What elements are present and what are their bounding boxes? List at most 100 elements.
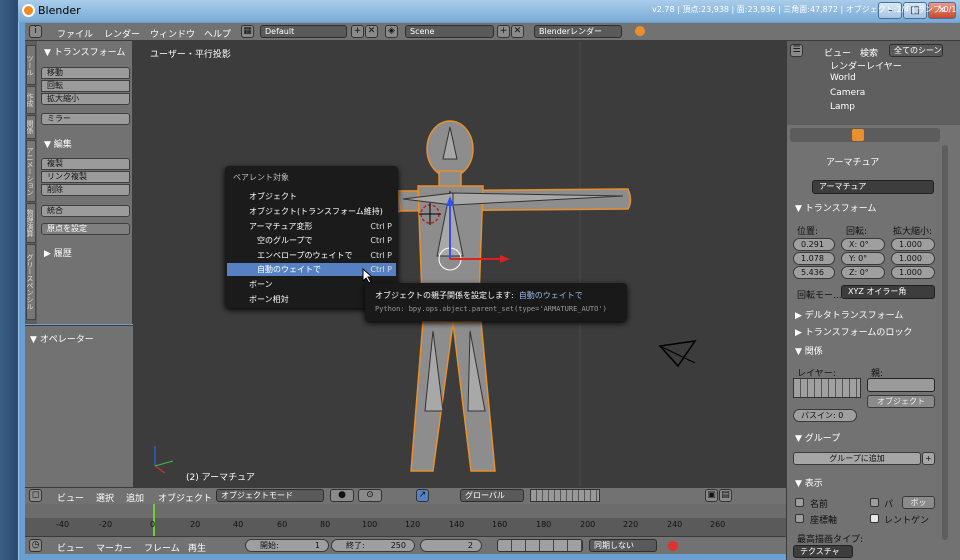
operator-panel-header[interactable]: ▼ オペレーター <box>30 332 94 345</box>
menu-item-object[interactable]: オブジェクト <box>227 190 396 203</box>
tab-relations[interactable]: 関係 <box>26 115 36 139</box>
add-scene-icon[interactable]: + <box>497 25 510 38</box>
history-panel-header[interactable]: ▶ 履歴 <box>44 246 72 259</box>
groups-header[interactable]: ▼ グループ <box>795 431 840 444</box>
rotation-y-field[interactable]: Y: 0° <box>841 252 885 265</box>
menu-window[interactable]: ウィンドウ <box>150 27 195 40</box>
camera-view-icon[interactable]: ▤ <box>719 489 732 502</box>
shading-select-icon[interactable]: ● <box>330 489 354 502</box>
menu-item-object-keep-transform[interactable]: オブジェクト(トランスフォーム維持) <box>227 205 396 218</box>
layout-icon[interactable]: ▦ <box>241 25 254 38</box>
layer-grid[interactable] <box>793 378 861 398</box>
transform-header[interactable]: ▼ トランスフォーム <box>795 201 876 214</box>
timeline-menu-view[interactable]: ビュー <box>57 541 84 554</box>
move-button[interactable]: 移動 <box>41 67 130 79</box>
rotation-x-field[interactable]: X: 0° <box>841 238 885 251</box>
delete-button[interactable]: 削除 <box>41 184 130 196</box>
parent-field[interactable] <box>867 378 935 392</box>
tab-grease-pencil[interactable]: グリースペンシル <box>26 244 36 320</box>
outliner-menu-view[interactable]: ビュー <box>824 46 851 59</box>
render-view-icon[interactable]: ▣ <box>705 489 718 502</box>
menu-render[interactable]: レンダー <box>104 27 140 40</box>
set-origin-select[interactable]: 原点を設定 <box>41 223 130 235</box>
render-engine-select[interactable]: Blenderレンダー <box>534 25 622 38</box>
menu-select[interactable]: 選択 <box>96 491 114 504</box>
menu-object[interactable]: オブジェクト <box>158 491 212 504</box>
add-group-icon[interactable]: + <box>922 452 935 465</box>
transform-panel-header[interactable]: ▼ トランスフォーム <box>44 45 125 58</box>
menu-file[interactable]: ファイル <box>57 27 93 40</box>
outliner-item-render-layers[interactable]: レンダーレイヤー <box>830 59 902 72</box>
tab-animation[interactable]: アニメーション <box>26 140 36 202</box>
edit-panel-header[interactable]: ▼ 編集 <box>44 137 72 150</box>
location-x-field[interactable]: 0.291 <box>793 238 835 251</box>
outliner-item-lamp[interactable]: Lamp <box>830 102 855 112</box>
pivot-select-icon[interactable]: ⊙ <box>358 489 382 502</box>
delta-transform-header[interactable]: ▶ デルタトランスフォーム <box>795 308 903 321</box>
layers-grid[interactable] <box>530 489 600 502</box>
rotation-z-field[interactable]: Z: 0° <box>841 266 885 279</box>
menu-item-empty-groups[interactable]: 空のグループで Ctrl P <box>227 234 396 247</box>
axes-checkbox[interactable] <box>795 514 804 523</box>
record-icon[interactable] <box>668 541 678 551</box>
end-frame-field[interactable]: 終了: 250 <box>331 539 415 552</box>
outliner-menu-search[interactable]: 検索 <box>860 46 878 59</box>
menu-item-envelope-weights[interactable]: エンベロープのウェイトで Ctrl P <box>227 249 396 262</box>
timeline-editor-icon[interactable]: ◷ <box>29 539 42 552</box>
duplicate-button[interactable]: 複製 <box>41 158 130 170</box>
layout-field[interactable]: Default <box>260 25 347 38</box>
timeline-menu-marker[interactable]: マーカー <box>96 541 132 554</box>
name-checkbox[interactable] <box>795 498 804 507</box>
relations-header[interactable]: ▼ 関係 <box>795 344 823 357</box>
properties-scrollbar[interactable] <box>942 145 948 540</box>
parent-type-select[interactable]: オブジェクト <box>867 395 935 408</box>
manipulator-icon[interactable]: ↗ <box>416 489 429 502</box>
mode-select[interactable]: オブジェクトモード <box>216 489 324 502</box>
max-draw-select[interactable]: テクスチャ <box>793 545 853 558</box>
add-to-group-button[interactable]: グループに追加 <box>793 452 921 465</box>
scale-z-field[interactable]: 1.000 <box>891 266 935 279</box>
outliner-item-world[interactable]: World <box>830 73 856 83</box>
scale-button[interactable]: 拡大縮小 <box>41 93 130 105</box>
remove-layout-icon[interactable]: ✕ <box>365 25 378 38</box>
menu-view[interactable]: ビュー <box>57 491 84 504</box>
viewport-editor-icon[interactable]: ◻ <box>29 489 42 502</box>
tab-physics[interactable]: 物理演算 <box>26 203 36 243</box>
scale-y-field[interactable]: 1.000 <box>891 252 935 265</box>
menu-item-armature-deform[interactable]: アーマチュア変形 Ctrl P <box>227 220 396 233</box>
timeline-menu-playback[interactable]: 再生 <box>188 541 206 554</box>
scale-x-field[interactable]: 1.000 <box>891 238 935 251</box>
xray-checkbox[interactable] <box>870 514 879 523</box>
scene-field[interactable]: Scene <box>405 25 494 38</box>
outliner-filter-select[interactable]: 全てのシーン <box>889 44 943 57</box>
bone-display-select[interactable]: ボッ <box>902 496 935 509</box>
location-y-field[interactable]: 1.078 <box>793 252 835 265</box>
pass-index-field[interactable]: パスイン: 0 <box>793 409 857 422</box>
start-frame-field[interactable]: 開始: 1 <box>245 539 329 552</box>
tab-create[interactable]: 作成 <box>26 86 36 114</box>
properties-tabs[interactable] <box>790 128 940 142</box>
remove-scene-icon[interactable]: ✕ <box>511 25 524 38</box>
display-header[interactable]: ▼ 表示 <box>795 476 823 489</box>
sync-select[interactable]: 同期しない <box>589 539 657 552</box>
rotate-button[interactable]: 回転 <box>41 80 130 92</box>
link-duplicate-button[interactable]: リンク複製 <box>41 171 130 183</box>
playback-controls[interactable] <box>497 539 583 552</box>
menu-help[interactable]: ヘルプ <box>204 27 231 40</box>
object-name-field[interactable]: アーマチュア <box>812 180 934 194</box>
transform-lock-header[interactable]: ▶ トランスフォームのロック <box>795 325 912 338</box>
scene-icon[interactable]: ◈ <box>385 25 398 38</box>
join-button[interactable]: 統合 <box>41 205 130 217</box>
location-z-field[interactable]: 5.436 <box>793 266 835 279</box>
rotation-mode-select[interactable]: XYZ オイラー角 <box>841 285 935 299</box>
orientation-select[interactable]: グローバル <box>460 489 524 502</box>
menu-add[interactable]: 追加 <box>126 491 144 504</box>
mirror-button[interactable]: ミラー <box>41 113 130 125</box>
tab-tools[interactable]: ツール <box>26 45 36 85</box>
object-tab-icon[interactable] <box>852 129 864 141</box>
timeline-menu-frame[interactable]: フレーム <box>144 541 180 554</box>
current-frame-field[interactable]: 2 <box>420 539 482 552</box>
editor-type-icon[interactable]: i <box>29 25 42 38</box>
add-layout-icon[interactable]: + <box>351 25 364 38</box>
pa-checkbox[interactable] <box>870 498 879 507</box>
